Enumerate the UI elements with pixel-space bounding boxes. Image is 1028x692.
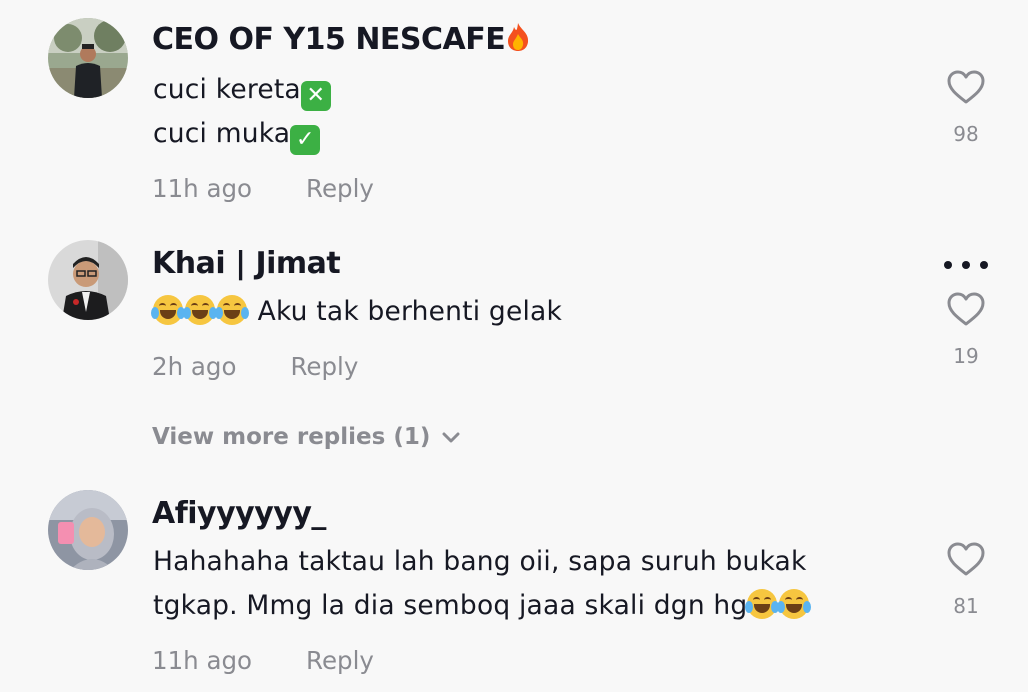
laughing-tears-icon	[215, 295, 249, 325]
reply-button[interactable]: Reply	[306, 646, 374, 675]
laughing-tears-icon	[745, 589, 780, 619]
comment-text: Hahahaha taktau lah bang oii, sapa suruh…	[153, 540, 807, 583]
avatar[interactable]	[48, 240, 128, 320]
check-mark-icon: ✓	[290, 125, 321, 155]
username-text[interactable]: Khai | Jimat	[152, 246, 341, 281]
comment-text: cuci kereta ✕	[153, 68, 331, 111]
view-more-replies-button[interactable]: View more replies (1)	[152, 424, 460, 450]
heart-icon[interactable]	[947, 542, 985, 576]
timestamp: 2h ago	[152, 352, 237, 381]
username[interactable]: Khai | Jimat	[152, 246, 341, 281]
username[interactable]: CEO OF Y15 NESCAFE	[152, 22, 531, 57]
like-button[interactable]	[946, 292, 986, 326]
comment-text: cuci muka ✓	[153, 112, 321, 155]
dot	[962, 261, 970, 269]
like-button[interactable]	[946, 542, 986, 576]
username-text[interactable]: Afiyyyyyy_	[152, 496, 326, 531]
username-text[interactable]: CEO OF Y15 NESCAFE	[152, 22, 506, 57]
like-count: 98	[953, 122, 979, 146]
avatar[interactable]	[48, 18, 128, 98]
comment-meta: 11h ago Reply	[152, 174, 374, 203]
reply-button[interactable]: Reply	[290, 352, 358, 381]
view-more-label[interactable]: View more replies (1)	[152, 424, 430, 450]
like-button[interactable]	[946, 70, 986, 104]
dot	[980, 261, 988, 269]
username[interactable]: Afiyyyyyy_	[152, 496, 326, 531]
timestamp: 11h ago	[152, 646, 253, 675]
laughing-tears-icon	[151, 295, 185, 325]
comment-line: cuci kereta	[153, 74, 301, 105]
comment-line: cuci muka	[153, 118, 291, 149]
fire-icon	[505, 22, 531, 52]
comment-text: Aku tak berhenti gelak	[151, 290, 563, 333]
comment-text: tgkap. Mmg la dia semboq jaaa skali dgn …	[153, 584, 812, 627]
like-count: 19	[953, 344, 979, 368]
comment-line: tgkap. Mmg la dia semboq jaaa skali dgn …	[153, 590, 748, 621]
comment-meta: 11h ago Reply	[152, 646, 374, 675]
heart-icon[interactable]	[947, 70, 985, 104]
timestamp: 11h ago	[152, 174, 253, 203]
avatar[interactable]	[48, 490, 128, 570]
heart-icon[interactable]	[947, 292, 985, 326]
comment-line: Hahahaha taktau lah bang oii, sapa suruh…	[153, 546, 807, 577]
cross-mark-icon: ✕	[300, 81, 331, 111]
like-count: 81	[953, 594, 979, 618]
more-options-button[interactable]	[944, 258, 988, 272]
dot	[944, 261, 952, 269]
laughing-tears-icon	[183, 295, 217, 325]
chevron-down-icon[interactable]	[442, 432, 460, 444]
reply-button[interactable]: Reply	[306, 174, 374, 203]
comment-line: Aku tak berhenti gelak	[257, 296, 563, 327]
comment-meta: 2h ago Reply	[152, 352, 358, 381]
laughing-tears-icon	[777, 589, 812, 619]
